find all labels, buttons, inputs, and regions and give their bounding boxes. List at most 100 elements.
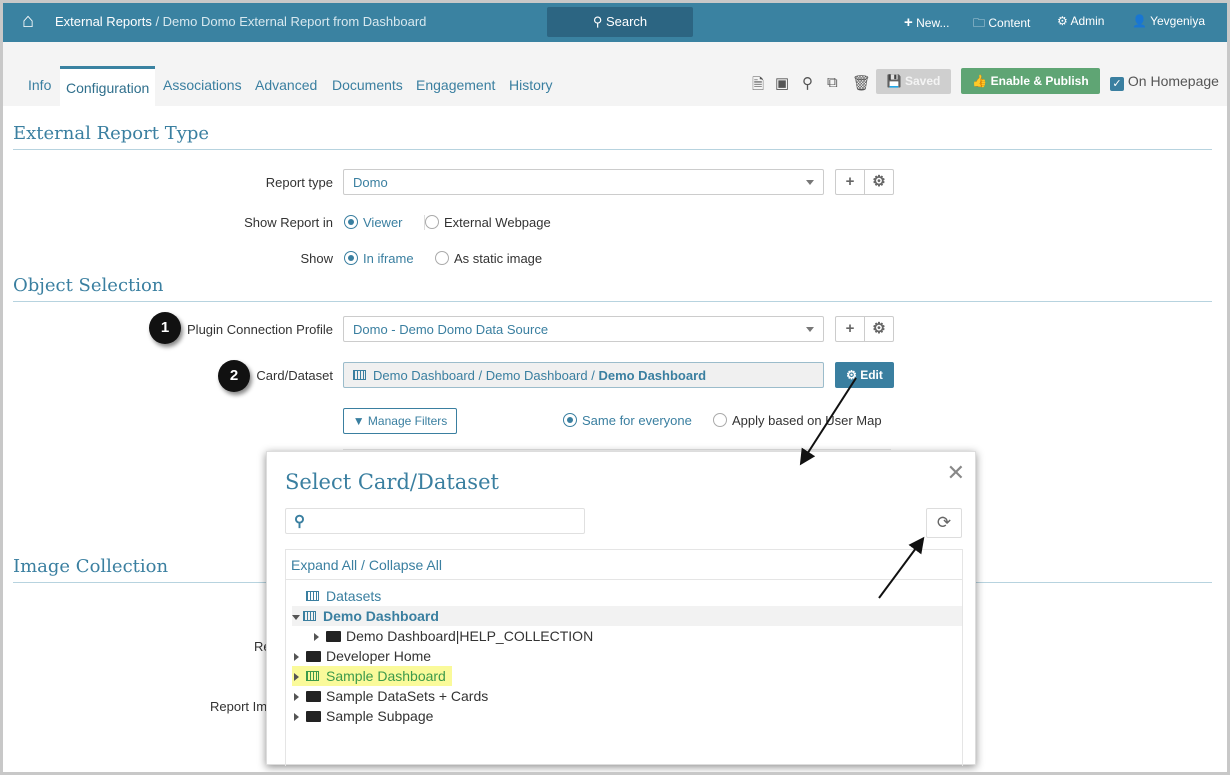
- checkbox-checked-icon: ✓: [1110, 77, 1124, 91]
- show-label: Show: [300, 251, 333, 266]
- document-icon[interactable]: 🗎: [752, 74, 764, 99]
- trash-icon[interactable]: 🗑: [852, 74, 871, 92]
- add-icon[interactable]: +: [836, 317, 864, 341]
- gear-icon[interactable]: ⚙: [864, 170, 893, 194]
- show-in-viewer-radio[interactable]: Viewer: [344, 215, 403, 230]
- user-map-radio[interactable]: Apply based on User Map: [713, 413, 882, 428]
- separator: /: [357, 557, 369, 573]
- tree-item-developer-home[interactable]: Developer Home: [294, 646, 431, 666]
- report-type-actions: + ⚙: [835, 169, 894, 195]
- tab-info[interactable]: Info: [28, 77, 51, 99]
- tree-item-sample-subpage[interactable]: Sample Subpage: [294, 706, 433, 726]
- caret-right-icon[interactable]: [294, 693, 303, 701]
- modal-title: Select Card/Dataset: [285, 470, 499, 494]
- gear-icon: ⚙: [1057, 14, 1068, 28]
- new-button[interactable]: + New...: [904, 14, 949, 31]
- refresh-button[interactable]: ⟳: [926, 508, 962, 538]
- breadcrumb-current: Demo Domo External Report from Dashboard: [162, 14, 427, 29]
- gear-icon: ⚙: [846, 368, 857, 382]
- manage-filters-button[interactable]: ▼ Manage Filters: [343, 408, 457, 434]
- radio-label: External Webpage: [444, 215, 551, 230]
- show-in-webpage-radio[interactable]: External Webpage: [424, 215, 551, 230]
- folder-icon: [306, 711, 321, 722]
- caret-right-icon[interactable]: [294, 713, 303, 721]
- content-label: Content: [988, 16, 1031, 30]
- caret-right-icon[interactable]: [314, 633, 323, 641]
- dataset-icon: [306, 591, 319, 601]
- same-for-everyone-radio[interactable]: Same for everyone: [563, 413, 692, 428]
- dashboard-icon: [303, 611, 316, 621]
- search-button[interactable]: ⚲ Search: [547, 7, 693, 37]
- tree-item-help-collection[interactable]: Demo Dashboard|HELP_COLLECTION: [314, 626, 593, 646]
- plugin-profile-select[interactable]: Domo - Demo Domo Data Source: [343, 316, 824, 342]
- search-icon[interactable]: ⚲: [802, 74, 813, 92]
- enable-publish-button[interactable]: 👍 Enable & Publish: [961, 68, 1100, 94]
- tree-item-datasets[interactable]: Datasets: [306, 586, 381, 606]
- show-static-image-radio[interactable]: As static image: [435, 251, 542, 266]
- add-icon[interactable]: +: [836, 170, 864, 194]
- plugin-profile-label: Plugin Connection Profile: [187, 322, 333, 337]
- tree-item-label: Demo Dashboard: [323, 608, 439, 624]
- folder-icon: [306, 691, 321, 702]
- card-dataset-field[interactable]: Demo Dashboard / Demo Dashboard / Demo D…: [343, 362, 824, 388]
- tab-configuration[interactable]: Configuration: [60, 66, 156, 106]
- tree-item-sample-dashboard[interactable]: Sample Dashboard: [292, 666, 452, 686]
- radio-icon: [425, 215, 439, 229]
- folder-icon: [306, 651, 321, 662]
- admin-button[interactable]: ⚙ Admin: [1057, 14, 1104, 28]
- tree-item-sample-datasets-cards[interactable]: Sample DataSets + Cards: [294, 686, 488, 706]
- edit-label: Edit: [860, 368, 883, 382]
- tree-item-label: Demo Dashboard|HELP_COLLECTION: [346, 628, 594, 644]
- content-button[interactable]: 🗀 Content: [973, 14, 1030, 35]
- tab-engagement[interactable]: Engagement: [416, 77, 495, 99]
- on-homepage-checkbox[interactable]: ✓ On Homepage: [1110, 73, 1219, 91]
- save-icon: 💾: [886, 74, 902, 88]
- collapse-all-link[interactable]: Collapse All: [369, 557, 442, 573]
- tree-item-label: Sample Subpage: [326, 708, 434, 724]
- saved-label: Saved: [904, 74, 941, 88]
- tree-item-label: Sample DataSets + Cards: [326, 688, 489, 704]
- saved-button[interactable]: 💾 Saved: [876, 69, 951, 94]
- show-in-label: Show Report in: [244, 215, 333, 230]
- breadcrumb: External Reports / Demo Domo External Re…: [55, 14, 426, 29]
- caret-right-icon[interactable]: [294, 653, 303, 661]
- caret-right-icon[interactable]: [294, 673, 303, 681]
- manage-filters-label: Manage Filters: [367, 414, 448, 428]
- tree-item-demo-dashboard[interactable]: Demo Dashboard: [292, 606, 962, 626]
- show-iframe-radio[interactable]: In iframe: [344, 251, 414, 266]
- folder-icon: 🗀: [973, 16, 986, 30]
- tree-item-label: Datasets: [326, 588, 382, 604]
- report-type-select[interactable]: Domo: [343, 169, 824, 195]
- breadcrumb-sep: /: [151, 14, 163, 29]
- hierarchy-icon[interactable]: ▣: [775, 74, 789, 92]
- radio-label: In iframe: [363, 251, 414, 266]
- tab-documents[interactable]: Documents: [332, 77, 403, 99]
- modal-search-field[interactable]: [316, 512, 576, 530]
- gear-icon[interactable]: ⚙: [864, 317, 893, 341]
- report-type-label: Report type: [265, 175, 333, 190]
- radio-icon: [713, 413, 727, 427]
- caret-down-icon[interactable]: [292, 615, 300, 624]
- search-icon: ⚲: [294, 513, 305, 530]
- tab-associations[interactable]: Associations: [163, 77, 242, 99]
- sub-header: Info Configuration Associations Advanced…: [0, 42, 1230, 106]
- radio-icon: [435, 251, 449, 265]
- tab-history[interactable]: History: [509, 77, 553, 99]
- tree-controls: Expand All / Collapse All: [286, 550, 962, 580]
- close-icon[interactable]: ✕: [947, 460, 965, 486]
- breadcrumb-root[interactable]: External Reports: [55, 14, 152, 29]
- refresh-icon: ⟳: [936, 513, 952, 532]
- publish-label: Enable & Publish: [990, 74, 1089, 88]
- edit-button[interactable]: ⚙ Edit: [835, 362, 894, 388]
- copy-icon[interactable]: ⧉: [827, 74, 838, 91]
- tab-advanced[interactable]: Advanced: [255, 77, 317, 99]
- user-menu[interactable]: 👤 Yevgeniya: [1132, 14, 1205, 28]
- radio-label: As static image: [454, 251, 543, 266]
- modal-search-input[interactable]: ⚲: [285, 508, 585, 534]
- expand-all-link[interactable]: Expand All: [291, 557, 357, 573]
- folder-icon: [326, 631, 341, 642]
- filter-icon: ▼: [352, 414, 365, 428]
- plugin-profile-value: Domo - Demo Domo Data Source: [353, 322, 549, 337]
- search-label: Search: [605, 14, 648, 29]
- home-icon[interactable]: ⌂: [22, 10, 34, 33]
